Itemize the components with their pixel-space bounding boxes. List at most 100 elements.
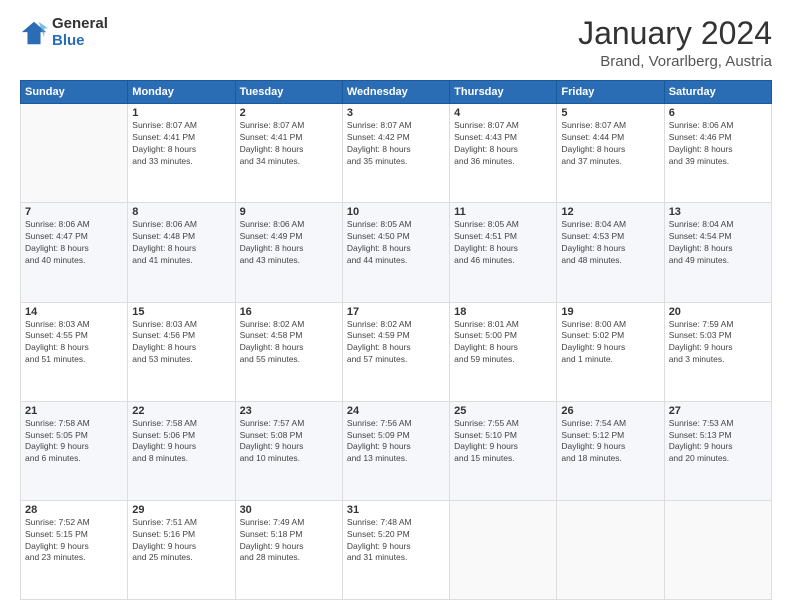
logo-blue: Blue [52,33,108,50]
calendar-cell: 26Sunrise: 7:54 AM Sunset: 5:12 PM Dayli… [557,401,664,500]
page: General Blue January 2024 Brand, Vorarlb… [0,0,792,612]
day-number: 26 [561,405,659,417]
calendar-week-1: 1Sunrise: 8:07 AM Sunset: 4:41 PM Daylig… [21,104,772,203]
weekday-header-saturday: Saturday [664,81,771,104]
day-number: 5 [561,107,659,119]
calendar-table: SundayMondayTuesdayWednesdayThursdayFrid… [20,80,772,600]
day-number: 6 [669,107,767,119]
day-number: 16 [240,306,338,318]
day-info: Sunrise: 8:03 AM Sunset: 4:56 PM Dayligh… [132,319,230,367]
calendar-cell: 7Sunrise: 8:06 AM Sunset: 4:47 PM Daylig… [21,203,128,302]
day-number: 18 [454,306,552,318]
calendar-cell: 10Sunrise: 8:05 AM Sunset: 4:50 PM Dayli… [342,203,449,302]
day-number: 28 [25,504,123,516]
calendar-week-5: 28Sunrise: 7:52 AM Sunset: 5:15 PM Dayli… [21,500,772,599]
day-info: Sunrise: 8:01 AM Sunset: 5:00 PM Dayligh… [454,319,552,367]
day-info: Sunrise: 7:58 AM Sunset: 5:06 PM Dayligh… [132,418,230,466]
weekday-header-friday: Friday [557,81,664,104]
day-number: 20 [669,306,767,318]
calendar-cell [21,104,128,203]
calendar-cell [557,500,664,599]
calendar-cell: 21Sunrise: 7:58 AM Sunset: 5:05 PM Dayli… [21,401,128,500]
calendar-cell: 17Sunrise: 8:02 AM Sunset: 4:59 PM Dayli… [342,302,449,401]
calendar-cell [664,500,771,599]
day-number: 10 [347,206,445,218]
day-info: Sunrise: 8:04 AM Sunset: 4:53 PM Dayligh… [561,219,659,267]
day-number: 27 [669,405,767,417]
day-info: Sunrise: 8:07 AM Sunset: 4:41 PM Dayligh… [240,120,338,168]
day-number: 17 [347,306,445,318]
day-info: Sunrise: 8:06 AM Sunset: 4:49 PM Dayligh… [240,219,338,267]
calendar-cell: 13Sunrise: 8:04 AM Sunset: 4:54 PM Dayli… [664,203,771,302]
day-number: 21 [25,405,123,417]
day-info: Sunrise: 8:02 AM Sunset: 4:59 PM Dayligh… [347,319,445,367]
day-info: Sunrise: 7:52 AM Sunset: 5:15 PM Dayligh… [25,517,123,565]
calendar-cell: 12Sunrise: 8:04 AM Sunset: 4:53 PM Dayli… [557,203,664,302]
calendar-cell: 20Sunrise: 7:59 AM Sunset: 5:03 PM Dayli… [664,302,771,401]
day-info: Sunrise: 7:51 AM Sunset: 5:16 PM Dayligh… [132,517,230,565]
calendar-header-row: SundayMondayTuesdayWednesdayThursdayFrid… [21,81,772,104]
day-number: 15 [132,306,230,318]
calendar-cell: 28Sunrise: 7:52 AM Sunset: 5:15 PM Dayli… [21,500,128,599]
day-number: 11 [454,206,552,218]
day-info: Sunrise: 8:07 AM Sunset: 4:44 PM Dayligh… [561,120,659,168]
calendar-cell: 25Sunrise: 7:55 AM Sunset: 5:10 PM Dayli… [450,401,557,500]
month-title: January 2024 [578,16,772,51]
day-number: 25 [454,405,552,417]
calendar-cell: 30Sunrise: 7:49 AM Sunset: 5:18 PM Dayli… [235,500,342,599]
logo-general: General [52,16,108,33]
day-number: 24 [347,405,445,417]
day-number: 30 [240,504,338,516]
day-info: Sunrise: 8:04 AM Sunset: 4:54 PM Dayligh… [669,219,767,267]
day-number: 13 [669,206,767,218]
calendar-cell: 8Sunrise: 8:06 AM Sunset: 4:48 PM Daylig… [128,203,235,302]
calendar-cell: 23Sunrise: 7:57 AM Sunset: 5:08 PM Dayli… [235,401,342,500]
day-info: Sunrise: 7:57 AM Sunset: 5:08 PM Dayligh… [240,418,338,466]
calendar-cell: 15Sunrise: 8:03 AM Sunset: 4:56 PM Dayli… [128,302,235,401]
header: General Blue January 2024 Brand, Vorarlb… [20,16,772,70]
day-number: 4 [454,107,552,119]
title-block: January 2024 Brand, Vorarlberg, Austria [578,16,772,70]
calendar-week-3: 14Sunrise: 8:03 AM Sunset: 4:55 PM Dayli… [21,302,772,401]
day-info: Sunrise: 7:55 AM Sunset: 5:10 PM Dayligh… [454,418,552,466]
logo-icon [20,19,48,47]
calendar-cell: 4Sunrise: 8:07 AM Sunset: 4:43 PM Daylig… [450,104,557,203]
calendar-cell [450,500,557,599]
weekday-header-monday: Monday [128,81,235,104]
day-info: Sunrise: 8:05 AM Sunset: 4:51 PM Dayligh… [454,219,552,267]
calendar-cell: 14Sunrise: 8:03 AM Sunset: 4:55 PM Dayli… [21,302,128,401]
day-number: 3 [347,107,445,119]
calendar-body: 1Sunrise: 8:07 AM Sunset: 4:41 PM Daylig… [21,104,772,600]
day-number: 19 [561,306,659,318]
day-info: Sunrise: 8:07 AM Sunset: 4:41 PM Dayligh… [132,120,230,168]
calendar-week-2: 7Sunrise: 8:06 AM Sunset: 4:47 PM Daylig… [21,203,772,302]
day-number: 2 [240,107,338,119]
calendar-cell: 19Sunrise: 8:00 AM Sunset: 5:02 PM Dayli… [557,302,664,401]
day-info: Sunrise: 8:03 AM Sunset: 4:55 PM Dayligh… [25,319,123,367]
calendar-cell: 9Sunrise: 8:06 AM Sunset: 4:49 PM Daylig… [235,203,342,302]
calendar-cell: 3Sunrise: 8:07 AM Sunset: 4:42 PM Daylig… [342,104,449,203]
day-info: Sunrise: 8:00 AM Sunset: 5:02 PM Dayligh… [561,319,659,367]
calendar-cell: 6Sunrise: 8:06 AM Sunset: 4:46 PM Daylig… [664,104,771,203]
day-info: Sunrise: 7:59 AM Sunset: 5:03 PM Dayligh… [669,319,767,367]
calendar-week-4: 21Sunrise: 7:58 AM Sunset: 5:05 PM Dayli… [21,401,772,500]
day-number: 12 [561,206,659,218]
calendar-cell: 18Sunrise: 8:01 AM Sunset: 5:00 PM Dayli… [450,302,557,401]
day-info: Sunrise: 8:06 AM Sunset: 4:47 PM Dayligh… [25,219,123,267]
calendar-cell: 16Sunrise: 8:02 AM Sunset: 4:58 PM Dayli… [235,302,342,401]
day-number: 31 [347,504,445,516]
day-info: Sunrise: 8:07 AM Sunset: 4:43 PM Dayligh… [454,120,552,168]
weekday-header-thursday: Thursday [450,81,557,104]
day-info: Sunrise: 8:06 AM Sunset: 4:46 PM Dayligh… [669,120,767,168]
day-number: 1 [132,107,230,119]
day-info: Sunrise: 7:58 AM Sunset: 5:05 PM Dayligh… [25,418,123,466]
calendar-cell: 29Sunrise: 7:51 AM Sunset: 5:16 PM Dayli… [128,500,235,599]
calendar-cell: 27Sunrise: 7:53 AM Sunset: 5:13 PM Dayli… [664,401,771,500]
weekday-header-wednesday: Wednesday [342,81,449,104]
calendar-cell: 2Sunrise: 8:07 AM Sunset: 4:41 PM Daylig… [235,104,342,203]
day-number: 14 [25,306,123,318]
weekday-header-tuesday: Tuesday [235,81,342,104]
calendar-cell: 22Sunrise: 7:58 AM Sunset: 5:06 PM Dayli… [128,401,235,500]
day-number: 8 [132,206,230,218]
day-number: 29 [132,504,230,516]
